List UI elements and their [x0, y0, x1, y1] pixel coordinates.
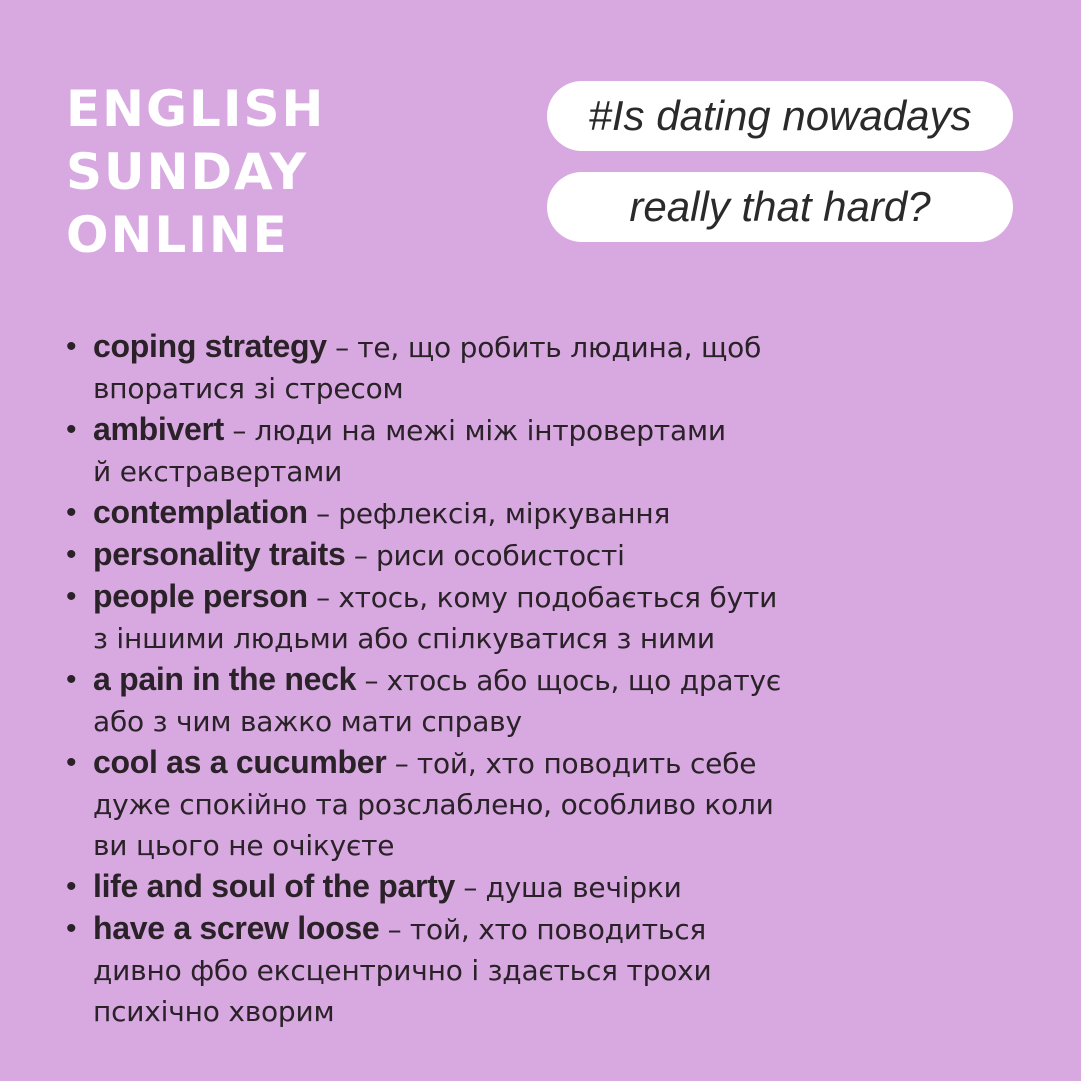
glossary-first-line: cool as a cucumber – той, хто поводить с… [93, 742, 866, 784]
bullet-icon: • [66, 870, 77, 903]
glossary-dash: – [394, 747, 409, 780]
glossary-term: life and soul of the party [93, 868, 456, 904]
glossary-definition-continued: й екстравертами [93, 455, 343, 488]
brand-title: ENGLISH SUNDAY ONLINE [66, 78, 325, 267]
glossary-definition-continued: психічно хворим [93, 995, 335, 1028]
glossary-first-line: personality traits – риси особистості [93, 534, 866, 576]
glossary-definition: той, хто поводиться [409, 913, 707, 946]
glossary-dash: – [364, 664, 379, 697]
glossary-dash: – [232, 414, 247, 447]
hashtag-pill-top: #Is dating nowadays [547, 81, 1013, 151]
glossary-definition: хтось, кому подобається бути [338, 581, 778, 614]
glossary-first-line: people person – хтось, кому подобається … [93, 576, 866, 618]
glossary-item: • contemplation – рефлексія, міркування [66, 492, 866, 534]
bullet-icon: • [66, 538, 77, 571]
glossary-definition: люди на межі між інтровертами [254, 414, 727, 447]
glossary-first-line: a pain in the neck – хтось або щось, що … [93, 659, 866, 701]
glossary-item: • coping strategy – те, що робить людина,… [66, 326, 866, 409]
glossary-list: • coping strategy – те, що робить людина,… [66, 326, 866, 1032]
glossary-definition-continued: ви цього не очікуєте [93, 829, 395, 862]
glossary-term: people person [93, 578, 308, 614]
bullet-icon: • [66, 746, 77, 779]
glossary-item: • life and soul of the party – душа вечір… [66, 866, 866, 908]
glossary-definition: душа вечірки [485, 871, 682, 904]
glossary-definition-continued: дивно фбо ексцентрично і здається трохи [93, 954, 712, 987]
glossary-first-line: ambivert – люди на межі між інтровертами [93, 409, 866, 451]
glossary-first-line: contemplation – рефлексія, міркування [93, 492, 866, 534]
glossary-definition: риси особистості [375, 539, 625, 572]
glossary-dash: – [463, 871, 478, 904]
brand-line-english: ENGLISH [66, 80, 326, 138]
glossary-definition-continued: дуже спокійно та розслаблено, особливо к… [93, 788, 774, 821]
glossary-definition: те, що робить людина, щоб [357, 331, 762, 364]
hashtag-text-line-1: #Is dating nowadays [588, 92, 972, 139]
glossary-definition-continued: впоратися зі стресом [93, 372, 404, 405]
glossary-item: • a pain in the neck – хтось або щось, що… [66, 659, 866, 742]
glossary-term: contemplation [93, 494, 308, 530]
glossary-item: • have a screw loose – той, хто поводитьс… [66, 908, 866, 1032]
bullet-icon: • [66, 330, 77, 363]
bullet-icon: • [66, 580, 77, 613]
glossary-dash: – [316, 581, 330, 614]
glossary-term: coping strategy [93, 328, 327, 364]
glossary-first-line: have a screw loose – той, хто поводиться [93, 908, 866, 950]
hashtag-pill-bottom: really that hard? [547, 172, 1013, 242]
glossary-definition-continued: або з чим важко мати справу [93, 705, 522, 738]
glossary-item: • personality traits – риси особистості [66, 534, 866, 576]
glossary-dash: – [335, 331, 349, 364]
brand-line-online: ONLINE [66, 206, 289, 264]
glossary-definition: хтось або щось, що дратує [386, 664, 782, 697]
glossary-definition-continued: з іншими людьми або спілкуватися з ними [93, 622, 715, 655]
glossary-term: have a screw loose [93, 910, 380, 946]
glossary-definition: той, хто поводить себе [416, 747, 757, 780]
glossary-dash: – [353, 539, 368, 572]
glossary-term: personality traits [93, 536, 346, 572]
glossary-first-line: life and soul of the party – душа вечірк… [93, 866, 866, 908]
glossary-term: a pain in the neck [93, 661, 357, 697]
glossary-term: ambivert [93, 411, 224, 447]
glossary-item: • cool as a cucumber – той, хто поводить … [66, 742, 866, 866]
glossary-item: • people person – хтось, кому подобається… [66, 576, 866, 659]
bullet-icon: • [66, 663, 77, 696]
bullet-icon: • [66, 413, 77, 446]
bullet-icon: • [66, 496, 77, 529]
glossary-dash: – [387, 913, 402, 946]
brand-line-sunday: SUNDAY [66, 143, 309, 201]
glossary-dash: – [316, 497, 330, 530]
glossary-term: cool as a cucumber [93, 744, 387, 780]
glossary-definition: рефлексія, міркування [338, 497, 671, 530]
glossary-first-line: coping strategy – те, що робить людина, … [93, 326, 866, 368]
hashtag-text-line-2: really that hard? [629, 183, 931, 230]
bullet-icon: • [66, 912, 77, 945]
glossary-item: • ambivert – люди на межі між інтровертам… [66, 409, 866, 492]
